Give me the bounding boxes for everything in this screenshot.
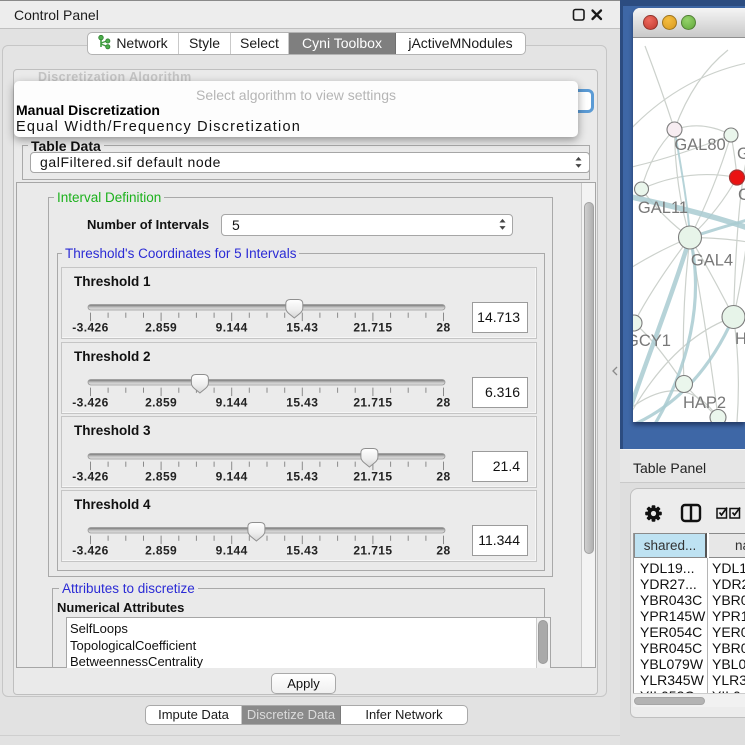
svg-text:9.144: 9.144 xyxy=(216,470,248,484)
svg-text:2.859: 2.859 xyxy=(145,544,177,558)
svg-text:9.144: 9.144 xyxy=(216,321,248,335)
svg-text:21.715: 21.715 xyxy=(353,544,392,558)
svg-text:GA: GA xyxy=(737,145,745,163)
svg-text:GAL80: GAL80 xyxy=(674,136,725,154)
svg-text:28: 28 xyxy=(436,321,450,335)
svg-text:15.43: 15.43 xyxy=(286,396,318,410)
svg-text:-3.426: -3.426 xyxy=(72,321,108,335)
svg-text:GAL11: GAL11 xyxy=(638,199,688,217)
svg-text:HA: HA xyxy=(735,330,745,348)
svg-text:2.859: 2.859 xyxy=(145,470,177,484)
svg-text:2.859: 2.859 xyxy=(145,321,177,335)
svg-text:2.859: 2.859 xyxy=(145,396,177,410)
svg-text:-3.426: -3.426 xyxy=(72,396,108,410)
svg-text:GAL4: GAL4 xyxy=(691,252,733,270)
svg-text:28: 28 xyxy=(436,396,450,410)
svg-text:21.715: 21.715 xyxy=(353,470,392,484)
svg-text:21.715: 21.715 xyxy=(353,321,392,335)
svg-text:HAP2: HAP2 xyxy=(683,394,726,412)
svg-text:-3.426: -3.426 xyxy=(72,470,108,484)
svg-text:21.715: 21.715 xyxy=(353,396,392,410)
svg-text:15.43: 15.43 xyxy=(286,321,318,335)
svg-text:GCY1: GCY1 xyxy=(633,332,671,350)
svg-text:C: C xyxy=(738,186,745,204)
svg-text:9.144: 9.144 xyxy=(216,396,248,410)
svg-text:15.43: 15.43 xyxy=(286,470,318,484)
svg-text:9.144: 9.144 xyxy=(216,544,248,558)
svg-text:28: 28 xyxy=(436,544,450,558)
svg-text:15.43: 15.43 xyxy=(286,544,318,558)
svg-text:28: 28 xyxy=(436,470,450,484)
svg-text:-3.426: -3.426 xyxy=(72,544,108,558)
